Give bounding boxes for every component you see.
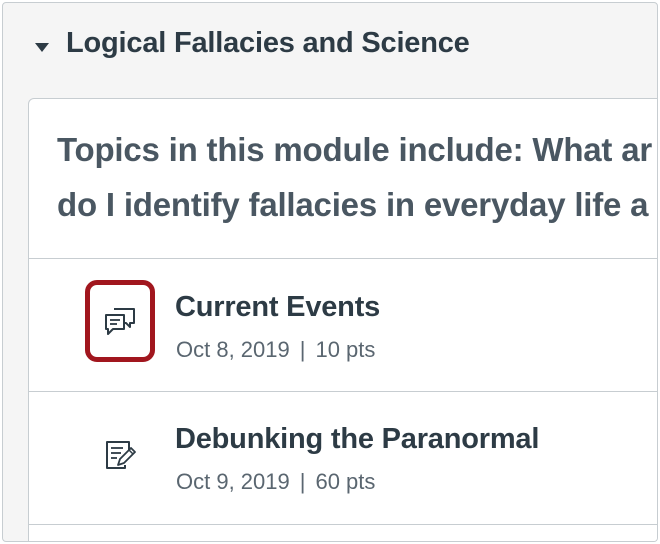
module-item-debunking-the-paranormal[interactable]: Debunking the Paranormal Oct 9, 2019 | 60 … bbox=[29, 392, 657, 525]
item-due-date: Oct 8, 2019 bbox=[176, 337, 290, 362]
module-item-partial[interactable] bbox=[29, 525, 657, 541]
module-header[interactable]: Logical Fallacies and Science bbox=[3, 3, 657, 93]
module-content: Topics in this module include: What ar d… bbox=[28, 98, 657, 541]
module-description: Topics in this module include: What ar d… bbox=[29, 99, 657, 259]
module-item-current-events[interactable]: Current Events Oct 8, 2019 | 10 pts bbox=[29, 259, 657, 392]
meta-separator: | bbox=[299, 337, 306, 362]
description-line: Topics in this module include: What ar bbox=[57, 131, 652, 168]
item-meta: Oct 8, 2019 | 10 pts bbox=[176, 337, 375, 363]
module-title: Logical Fallacies and Science bbox=[66, 27, 470, 59]
meta-separator: | bbox=[299, 469, 306, 494]
discussion-icon bbox=[85, 280, 155, 362]
item-title[interactable]: Debunking the Paranormal bbox=[175, 423, 539, 456]
item-meta: Oct 9, 2019 | 60 pts bbox=[176, 469, 375, 495]
caret-down-icon[interactable] bbox=[35, 43, 49, 52]
description-line: do I identify fallacies in everyday life… bbox=[57, 186, 649, 223]
module-container: Logical Fallacies and Science Topics in … bbox=[2, 2, 658, 542]
item-title[interactable]: Current Events bbox=[175, 291, 380, 324]
item-due-date: Oct 9, 2019 bbox=[176, 469, 290, 494]
item-points: 60 pts bbox=[315, 469, 376, 494]
assignment-icon bbox=[85, 414, 155, 496]
item-points: 10 pts bbox=[315, 337, 376, 362]
